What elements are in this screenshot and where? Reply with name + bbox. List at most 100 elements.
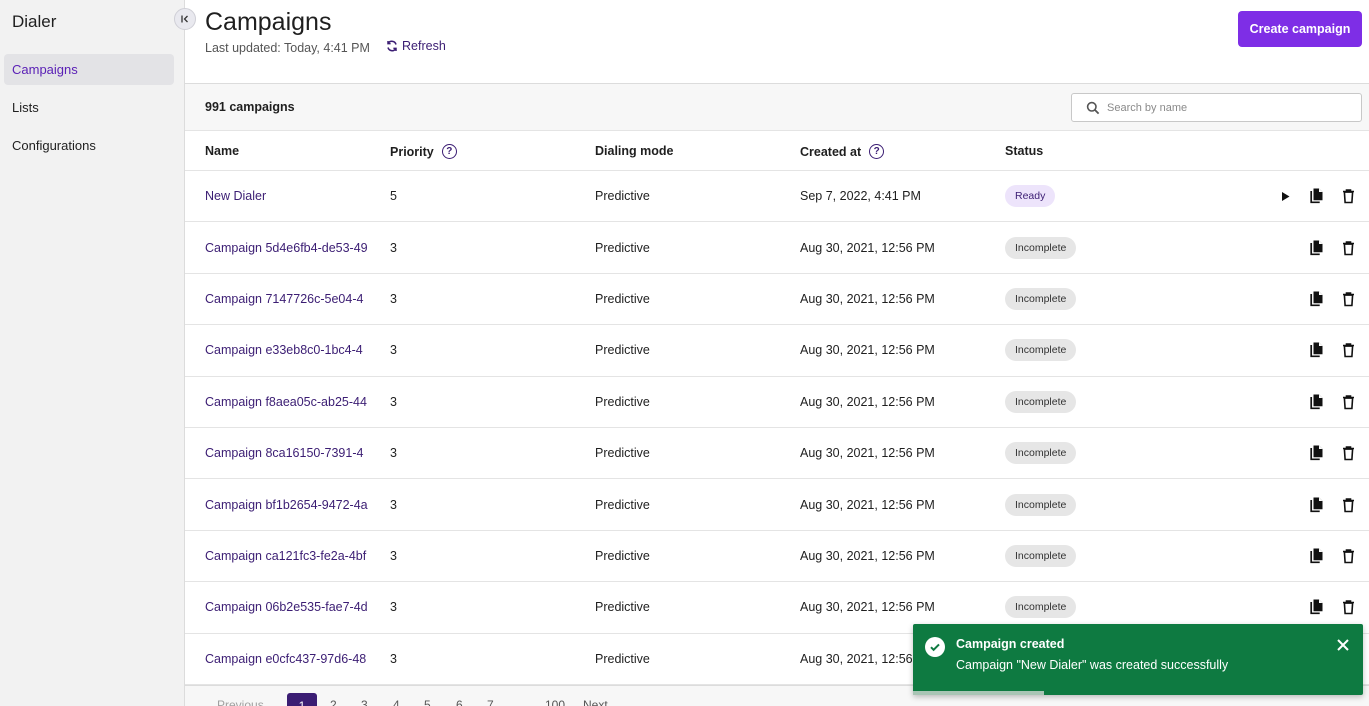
priority-cell: 3 xyxy=(390,291,397,306)
sidebar-item-campaigns[interactable]: Campaigns xyxy=(4,54,174,85)
column-header-created-at[interactable]: Created at? xyxy=(800,144,885,159)
trash-icon[interactable] xyxy=(1340,290,1357,307)
pagination-page-4[interactable]: 4 xyxy=(393,698,400,706)
pagination-next[interactable]: Next xyxy=(583,698,608,706)
campaign-name-link[interactable]: Campaign 5d4e6fb4-de53-49 xyxy=(205,241,379,255)
table-row: New Dialer 5 Predictive Sep 7, 2022, 4:41 P… xyxy=(185,171,1369,223)
trash-icon[interactable] xyxy=(1340,445,1357,462)
column-label: Dialing mode xyxy=(595,144,674,158)
table-row: Campaign 7147726c-5e04-4 3 Predictive Aug 3… xyxy=(185,274,1369,326)
campaign-name-link[interactable]: Campaign e33eb8c0-1bc4-4 xyxy=(205,343,379,357)
table-row: Campaign bf1b2654-9472-4a 3 Predictive Aug … xyxy=(185,479,1369,531)
pagination-page-6[interactable]: 6 xyxy=(456,698,463,706)
created-at-cell: Aug 30, 2021, 12:56 PM xyxy=(800,497,935,512)
search-icon xyxy=(1086,101,1100,114)
priority-cell: 3 xyxy=(390,446,397,461)
pagination-page-5[interactable]: 5 xyxy=(424,698,431,706)
campaign-name-link[interactable]: Campaign 7147726c-5e04-4 xyxy=(205,292,379,306)
column-header-priority[interactable]: Priority? xyxy=(390,144,457,159)
row-actions xyxy=(1308,239,1357,256)
table-body: New Dialer 5 Predictive Sep 7, 2022, 4:41 P… xyxy=(185,171,1369,685)
pagination-page-100[interactable]: 100 xyxy=(545,698,565,706)
sidebar-item-lists[interactable]: Lists xyxy=(4,92,174,123)
status-badge: Incomplete xyxy=(1005,236,1077,259)
priority-cell: 3 xyxy=(390,548,397,563)
table-row: Campaign 5d4e6fb4-de53-49 3 Predictive Aug … xyxy=(185,222,1369,274)
copy-icon[interactable] xyxy=(1308,188,1325,205)
priority-cell: 3 xyxy=(390,600,397,615)
check-circle-icon xyxy=(925,637,945,657)
pagination-previous[interactable]: Previous xyxy=(217,698,264,706)
created-at-cell: Aug 30, 2021, 12:56 PM xyxy=(800,343,935,358)
table-row: Campaign ca121fc3-fe2a-4bf 3 Predictive Aug… xyxy=(185,531,1369,583)
search-box[interactable] xyxy=(1071,93,1362,122)
sidebar-item-configurations[interactable]: Configurations xyxy=(4,130,174,161)
toast-message: Campaign "New Dialer" was created succes… xyxy=(956,658,1229,672)
row-actions xyxy=(1308,599,1357,616)
close-icon[interactable] xyxy=(1335,637,1351,653)
copy-icon[interactable] xyxy=(1308,239,1325,256)
copy-icon[interactable] xyxy=(1308,342,1325,359)
created-at-cell: Aug 30, 2021, 12:56 xyxy=(800,651,913,666)
trash-icon[interactable] xyxy=(1340,599,1357,616)
row-actions xyxy=(1308,290,1357,307)
column-header-dialing-mode[interactable]: Dialing mode xyxy=(595,144,673,158)
copy-icon[interactable] xyxy=(1308,290,1325,307)
column-label: Status xyxy=(1005,144,1044,158)
created-at-cell: Aug 30, 2021, 12:56 PM xyxy=(800,394,935,409)
refresh-button[interactable]: Refresh xyxy=(385,39,446,53)
dialing-mode-cell: Predictive xyxy=(595,548,650,563)
created-at-cell: Aug 30, 2021, 12:56 PM xyxy=(800,291,935,306)
campaign-name-link[interactable]: Campaign 8ca16150-7391-4 xyxy=(205,446,379,460)
status-badge: Incomplete xyxy=(1005,287,1077,310)
campaign-name-link[interactable]: New Dialer xyxy=(205,189,379,203)
table-row: Campaign f8aea05c-ab25-44 3 Predictive Aug … xyxy=(185,377,1369,428)
help-icon[interactable]: ? xyxy=(441,144,457,159)
play-icon[interactable] xyxy=(1276,188,1293,205)
status-badge: Ready xyxy=(1005,185,1056,208)
dialing-mode-cell: Predictive xyxy=(595,651,650,666)
table-row: Campaign e33eb8c0-1bc4-4 3 Predictive Aug 3… xyxy=(185,325,1369,377)
copy-icon[interactable] xyxy=(1308,547,1325,564)
copy-icon[interactable] xyxy=(1308,599,1325,616)
table-header: Name Priority? Dialing mode Created at? … xyxy=(185,131,1369,171)
sidebar: Dialer Campaigns Lists Configurations xyxy=(0,0,196,706)
trash-icon[interactable] xyxy=(1340,547,1357,564)
campaign-name-link[interactable]: Campaign bf1b2654-9472-4a xyxy=(205,498,379,512)
dialing-mode-cell: Predictive xyxy=(595,291,650,306)
copy-icon[interactable] xyxy=(1308,496,1325,513)
trash-icon[interactable] xyxy=(1340,342,1357,359)
main-content: Campaigns Last updated: Today, 4:41 PM R… xyxy=(185,0,1369,706)
column-header-status[interactable]: Status xyxy=(1005,144,1043,158)
priority-cell: 3 xyxy=(390,240,397,255)
campaign-name-link[interactable]: Campaign 06b2e535-fae7-4d xyxy=(205,600,379,614)
help-icon[interactable]: ? xyxy=(869,144,885,159)
copy-icon[interactable] xyxy=(1308,393,1325,410)
create-campaign-button[interactable]: Create campaign xyxy=(1238,11,1362,47)
search-input[interactable] xyxy=(1107,101,1347,114)
copy-icon[interactable] xyxy=(1308,445,1325,462)
campaign-name-link[interactable]: Campaign f8aea05c-ab25-44 xyxy=(205,395,379,409)
trash-icon[interactable] xyxy=(1340,188,1357,205)
created-at-cell: Aug 30, 2021, 12:56 PM xyxy=(800,600,935,615)
collapse-sidebar-button[interactable] xyxy=(174,8,196,30)
campaign-name-link[interactable]: Campaign ca121fc3-fe2a-4bf xyxy=(205,549,379,563)
priority-cell: 3 xyxy=(390,651,397,666)
refresh-icon xyxy=(387,40,397,52)
row-actions xyxy=(1308,496,1357,513)
campaign-name-link[interactable]: Campaign e0cfc437-97d6-48 xyxy=(205,652,379,666)
trash-icon[interactable] xyxy=(1340,393,1357,410)
trash-icon[interactable] xyxy=(1340,239,1357,256)
pagination-page-1[interactable]: 1 xyxy=(287,693,317,706)
pagination-page-2[interactable]: 2 xyxy=(330,698,337,706)
campaign-count: 991 campaigns xyxy=(205,100,295,114)
pagination-page-3[interactable]: 3 xyxy=(361,698,368,706)
dialing-mode-cell: Predictive xyxy=(595,394,650,409)
page-title: Campaigns xyxy=(205,8,332,36)
pagination-page-7[interactable]: 7 xyxy=(487,698,494,706)
column-header-name[interactable]: Name xyxy=(205,144,239,158)
dialing-mode-cell: Predictive xyxy=(595,446,650,461)
table-row: Campaign 8ca16150-7391-4 3 Predictive Aug 3… xyxy=(185,428,1369,480)
dialing-mode-cell: Predictive xyxy=(595,600,650,615)
trash-icon[interactable] xyxy=(1340,496,1357,513)
